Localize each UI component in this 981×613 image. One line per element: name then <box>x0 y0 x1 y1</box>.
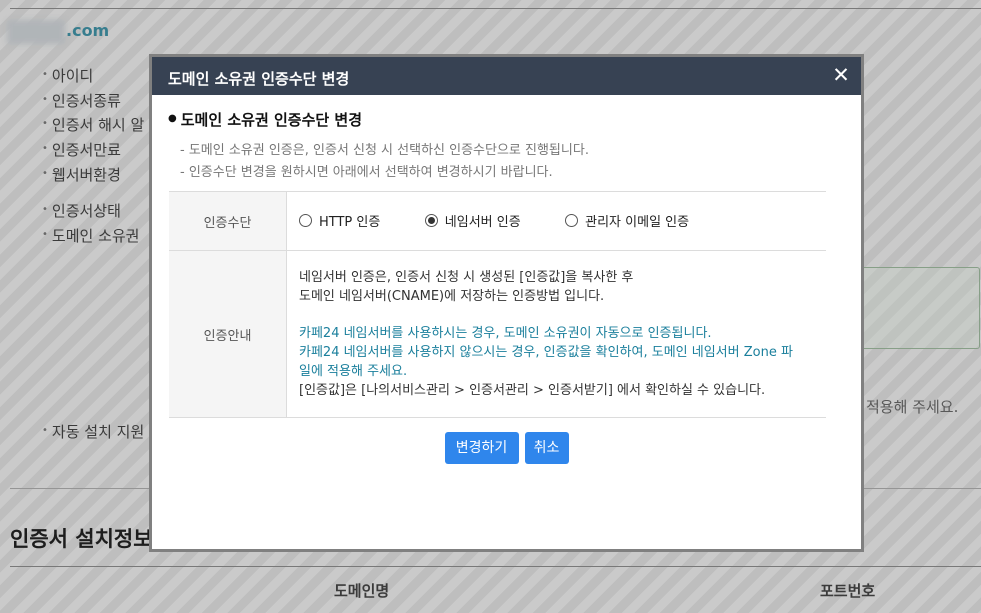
method-row: 인증수단 HTTP 인증 네임서버 인증 관리자 이메일 인증 <box>169 191 826 251</box>
method-label: 인증수단 <box>169 191 287 251</box>
change-verification-modal: 도메인 소유권 인증수단 변경 ✕ ● 도메인 소유권 인증수단 변경 - 도메인… <box>149 54 864 552</box>
modal-header: 도메인 소유권 인증수단 변경 ✕ <box>152 57 861 95</box>
guide-highlight: 카페24 네임서버를 사용하시는 경우, 도메인 소유권이 자동으로 인증됩니다… <box>299 326 712 341</box>
verification-table: 인증수단 HTTP 인증 네임서버 인증 관리자 이메일 인증 인증안내 네임서… <box>169 191 826 418</box>
radio-nameserver-label[interactable]: 네임서버 인증 <box>445 211 521 230</box>
guide-row: 인증안내 네임서버 인증은, 인증서 신청 시 생성된 [인증값]을 복사한 후… <box>169 250 826 418</box>
change-button[interactable]: 변경하기 <box>444 432 519 464</box>
guide-label: 인증안내 <box>169 250 287 418</box>
guide-text: 네임서버 인증은, 인증서 신청 시 생성된 [인증값]을 복사한 후 <box>299 270 634 285</box>
method-options: HTTP 인증 네임서버 인증 관리자 이메일 인증 <box>286 191 826 251</box>
guide-highlight: 카페24 네임서버를 사용하지 않으시는 경우, 인증값을 확인하여, 도메인 … <box>299 345 793 360</box>
radio-http-label[interactable]: HTTP 인증 <box>319 211 380 230</box>
radio-admin-email-label[interactable]: 관리자 이메일 인증 <box>585 211 689 230</box>
radio-http[interactable]: HTTP 인증 <box>299 211 380 230</box>
radio-admin-email-icon[interactable] <box>565 214 579 227</box>
description-line: - 도메인 소유권 인증은, 인증서 신청 시 선택하신 인증수단으로 진행됩니… <box>180 143 589 158</box>
radio-http-icon[interactable] <box>299 214 312 227</box>
guide-spacer <box>299 306 825 324</box>
section-title-text: 도메인 소유권 인증수단 변경 <box>180 111 363 129</box>
cancel-button[interactable]: 취소 <box>524 432 569 464</box>
description-line: - 인증수단 변경을 원하시면 아래에서 선택하여 변경하시기 바랍니다. <box>180 165 553 180</box>
radio-nameserver[interactable]: 네임서버 인증 <box>424 211 521 230</box>
guide-content: 네임서버 인증은, 인증서 신청 시 생성된 [인증값]을 복사한 후 도메인 … <box>286 250 826 418</box>
guide-text: [인증값]은 [나의서비스관리 > 인증서관리 > 인증서받기] 에서 확인하실… <box>299 383 766 398</box>
bullet-icon: ● <box>168 113 177 124</box>
guide-text: 도메인 네임서버(CNAME)에 저장하는 인증방법 입니다. <box>299 289 605 304</box>
close-icon[interactable]: ✕ <box>830 63 852 87</box>
radio-nameserver-icon[interactable] <box>424 214 438 227</box>
button-row: 변경하기 취소 <box>152 432 861 464</box>
radio-admin-email[interactable]: 관리자 이메일 인증 <box>565 211 689 230</box>
section-title: ● 도메인 소유권 인증수단 변경 <box>168 109 362 130</box>
modal-title: 도메인 소유권 인증수단 변경 <box>168 70 350 88</box>
guide-highlight: 일에 적용해 주세요. <box>299 364 408 379</box>
